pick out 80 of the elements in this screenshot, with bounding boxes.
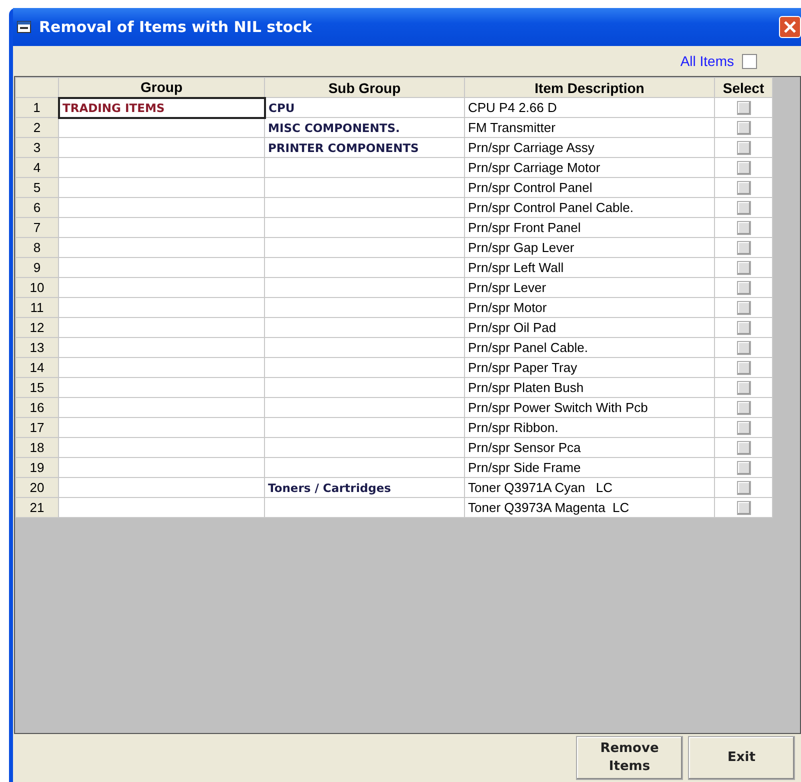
select-checkbox[interactable] (736, 201, 750, 216)
description-cell: Toner Q3971A Cyan LC (464, 478, 714, 498)
remove-items-button[interactable]: Remove Items (576, 736, 683, 780)
row-number: 7 (16, 218, 58, 238)
description-cell: Prn/spr Platen Bush (464, 378, 714, 398)
description-cell: Prn/spr Paper Tray (464, 358, 714, 378)
row-number: 4 (16, 158, 58, 178)
description-cell: Prn/spr Panel Cable. (464, 338, 714, 358)
select-checkbox[interactable] (736, 321, 750, 336)
description-cell: Toner Q3973A Magenta LC (464, 498, 714, 518)
window-title: Removal of Items with NIL stock (39, 18, 313, 36)
select-checkbox[interactable] (736, 421, 750, 436)
select-checkbox[interactable] (736, 261, 750, 276)
description-cell: Prn/spr Control Panel Cable. (464, 198, 714, 218)
group-cell: TRADING ITEMS (58, 98, 264, 118)
row-number: 12 (16, 318, 58, 338)
select-checkbox[interactable] (736, 101, 750, 116)
description-cell: Prn/spr Carriage Assy (464, 138, 714, 158)
row-number: 11 (16, 298, 58, 318)
description-cell: Prn/spr Side Frame (464, 458, 714, 478)
select-checkbox[interactable] (736, 381, 750, 396)
all-items-label: All Items (680, 53, 734, 69)
close-icon (783, 20, 797, 34)
select-checkbox[interactable] (736, 221, 750, 236)
description-cell: Prn/spr Control Panel (464, 178, 714, 198)
select-checkbox[interactable] (736, 441, 750, 456)
description-cell: CPU P4 2.66 D (464, 98, 714, 118)
row-number: 14 (16, 358, 58, 378)
column-header: Group (58, 78, 264, 98)
select-checkbox[interactable] (736, 121, 750, 136)
row-number: 21 (16, 498, 58, 518)
select-checkbox[interactable] (736, 161, 750, 176)
select-checkbox[interactable] (736, 241, 750, 256)
sub-group-cell: CPU (264, 98, 464, 118)
select-checkbox[interactable] (736, 281, 750, 296)
description-cell: Prn/spr Power Switch With Pcb (464, 398, 714, 418)
description-cell: Prn/spr Oil Pad (464, 318, 714, 338)
row-number: 17 (16, 418, 58, 438)
row-number: 8 (16, 238, 58, 258)
close-button[interactable] (779, 16, 801, 38)
select-checkbox[interactable] (736, 301, 750, 316)
row-number: 3 (16, 138, 58, 158)
column-header: Select (714, 78, 772, 98)
description-cell: FM Transmitter (464, 118, 714, 138)
row-number: 6 (16, 198, 58, 218)
description-cell: Prn/spr Motor (464, 298, 714, 318)
row-number: 5 (16, 178, 58, 198)
row-number: 13 (16, 338, 58, 358)
select-checkbox[interactable] (736, 501, 750, 516)
description-cell: Prn/spr Ribbon. (464, 418, 714, 438)
row-number: 18 (16, 438, 58, 458)
select-checkbox[interactable] (736, 181, 750, 196)
row-number: 19 (16, 458, 58, 478)
select-checkbox[interactable] (736, 361, 750, 376)
row-number: 9 (16, 258, 58, 278)
column-header: Item Description (464, 78, 714, 98)
select-checkbox[interactable] (736, 461, 750, 476)
column-header: Sub Group (264, 78, 464, 98)
row-number: 16 (16, 398, 58, 418)
row-number: 20 (16, 478, 58, 498)
select-checkbox[interactable] (736, 401, 750, 416)
sub-group-cell: PRINTER COMPONENTS (264, 138, 464, 158)
sub-group-cell: Toners / Cartridges (264, 478, 464, 498)
all-items-checkbox[interactable] (742, 54, 757, 68)
select-checkbox[interactable] (736, 141, 750, 156)
description-cell: Prn/spr Left Wall (464, 258, 714, 278)
sub-group-cell: MISC COMPONENTS. (264, 118, 464, 138)
description-cell: Prn/spr Sensor Pca (464, 438, 714, 458)
row-number: 1 (16, 98, 58, 118)
description-cell: Prn/spr Carriage Motor (464, 158, 714, 178)
row-number: 10 (16, 278, 58, 298)
row-number: 2 (16, 118, 58, 138)
select-checkbox[interactable] (736, 341, 750, 356)
description-cell: Prn/spr Gap Lever (464, 238, 714, 258)
description-cell: Prn/spr Front Panel (464, 218, 714, 238)
exit-button[interactable]: Exit (688, 736, 795, 780)
select-checkbox[interactable] (736, 481, 750, 496)
description-cell: Prn/spr Lever (464, 278, 714, 298)
window-icon (17, 21, 31, 33)
row-number: 15 (16, 378, 58, 398)
